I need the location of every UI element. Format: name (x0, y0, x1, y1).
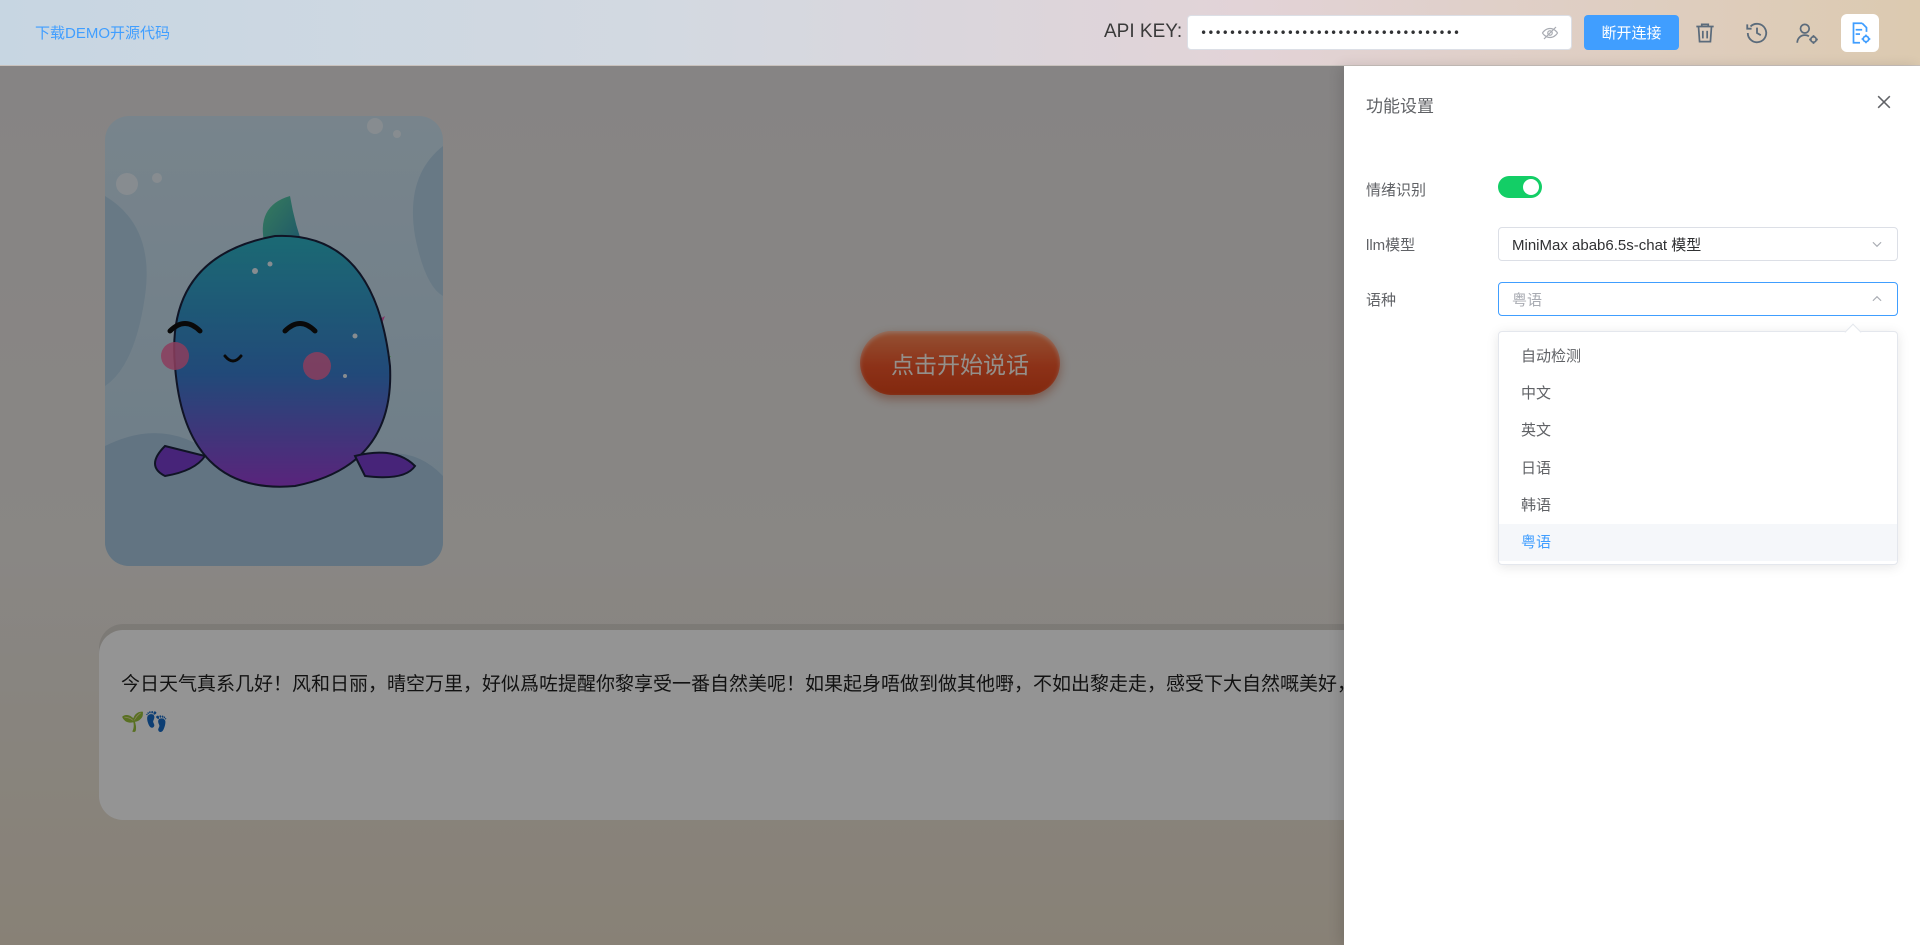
main-area: 点击开始说话 今日天气真系几好！风和日丽，晴空万里，好似爲咗提醒你黎享受一番自然… (0, 66, 1344, 945)
history-icon[interactable] (1740, 16, 1774, 50)
emotion-recognition-switch[interactable] (1498, 176, 1542, 198)
language-select-placeholder: 粤语 (1512, 291, 1543, 309)
dinosaur-avatar-image (105, 118, 443, 566)
language-option-english[interactable]: 英文 (1499, 412, 1897, 449)
api-key-field[interactable] (1187, 15, 1572, 50)
chevron-down-icon (1872, 241, 1882, 248)
language-option-korean[interactable]: 韩语 (1499, 487, 1897, 524)
top-bar: 下载DEMO开源代码 API KEY: 断开连接 (0, 0, 1920, 66)
language-option-cantonese[interactable]: 粤语 (1499, 523, 1897, 562)
start-talking-button[interactable]: 点击开始说话 (860, 331, 1060, 395)
llm-model-value: MiniMax abab6.5s-chat 模型 (1512, 236, 1702, 254)
chevron-up-icon (1872, 295, 1882, 302)
avatar-card (105, 116, 443, 566)
chat-message-card: 今日天气真系几好！风和日丽，晴空万里，好似爲咗提醒你黎享受一番自然美呢！如果起身… (99, 630, 1344, 820)
language-option-chinese[interactable]: 中文 (1499, 375, 1897, 412)
drawer-title: 功能设置 (1366, 97, 1434, 116)
trash-icon[interactable] (1688, 16, 1722, 50)
api-key-input[interactable] (1200, 25, 1541, 40)
llm-model-label: llm模型 (1366, 237, 1416, 254)
api-key-label: API KEY: (1104, 21, 1183, 42)
language-select[interactable]: 粤语 (1498, 282, 1898, 316)
user-settings-icon[interactable] (1790, 16, 1824, 50)
switch-knob (1523, 179, 1539, 195)
language-label: 语种 (1366, 292, 1397, 309)
language-dropdown: 自动检测 中文 英文 日语 韩语 粤语 (1498, 323, 1898, 565)
disconnect-button[interactable]: 断开连接 (1584, 15, 1679, 50)
settings-drawer: 功能设置 情绪识别 llm模型 MiniMax abab6.5s-chat 模型… (1344, 66, 1920, 945)
chat-message-text: 今日天气真系几好！风和日丽，晴空万里，好似爲咗提醒你黎享受一番自然美呢！如果起身… (121, 674, 1344, 733)
close-icon[interactable] (1870, 88, 1898, 116)
language-option-auto[interactable]: 自动检测 (1499, 338, 1897, 375)
language-option-japanese[interactable]: 日语 (1499, 450, 1897, 487)
settings-doc-icon[interactable] (1841, 14, 1879, 52)
llm-model-select[interactable]: MiniMax abab6.5s-chat 模型 (1498, 227, 1898, 261)
eye-off-icon[interactable] (1541, 24, 1559, 42)
download-demo-link[interactable]: 下载DEMO开源代码 (35, 22, 170, 43)
emotion-recognition-label: 情绪识别 (1366, 182, 1427, 199)
